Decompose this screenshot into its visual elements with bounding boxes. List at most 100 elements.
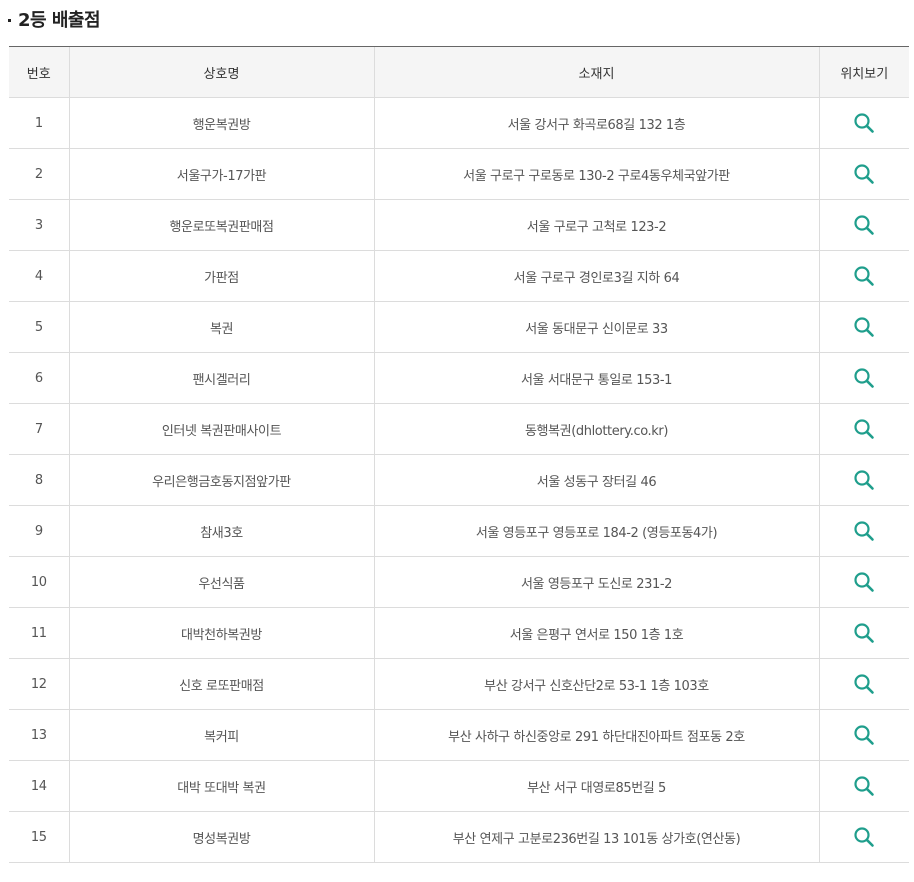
row-number: 15 [9,811,69,863]
search-icon[interactable] [853,469,875,491]
store-address: 서울 구로구 고척로 123-2 [373,199,819,251]
table-row: 3 행운로또복권판매점 서울 구로구 고척로 123-2 [9,199,909,251]
row-number: 14 [9,760,69,812]
store-address: 부산 서구 대영로85번길 5 [373,760,819,812]
search-icon[interactable] [853,775,875,797]
page-title: 2등 배출점 [18,10,101,31]
search-icon[interactable] [853,673,875,695]
map-cell [818,760,909,812]
row-number: 11 [9,607,69,659]
map-cell [818,301,909,353]
search-icon[interactable] [853,622,875,644]
column-header-no: 번호 [9,46,69,98]
row-number: 2 [9,148,69,200]
map-cell [818,199,909,251]
store-address: 서울 동대문구 신이문로 33 [373,301,819,353]
map-cell [818,607,909,659]
search-icon[interactable] [853,520,875,542]
section-header: 2등 배출점 [8,4,101,34]
table-row: 4 가판점 서울 구로구 경인로3길 지하 64 [9,250,909,302]
table-row: 12 신호 로또판매점 부산 강서구 신호산단2로 53-1 1층 103호 [9,658,909,710]
table-body: 1 행운복권방 서울 강서구 화곡로68길 132 1층 2 서울구가-17가판 서울 구… [9,97,909,863]
map-cell [818,454,909,506]
map-cell [818,250,909,302]
store-name: 대박천하복권방 [68,607,374,659]
table-row: 13 복커피 부산 사하구 하신중앙로 291 하단대진아파트 점포동 2호 [9,709,909,761]
search-icon[interactable] [853,112,875,134]
column-header-address: 소재지 [373,46,819,98]
store-name: 명성복권방 [68,811,374,863]
search-icon[interactable] [853,265,875,287]
store-name: 행운로또복권판매점 [68,199,374,251]
row-number: 4 [9,250,69,302]
map-cell [818,709,909,761]
search-icon[interactable] [853,214,875,236]
search-icon[interactable] [853,163,875,185]
row-number: 3 [9,199,69,251]
search-icon[interactable] [853,418,875,440]
row-number: 12 [9,658,69,710]
map-cell [818,97,909,149]
table-row: 11 대박천하복권방 서울 은평구 연서로 150 1층 1호 [9,607,909,659]
table-row: 7 인터넷 복권판매사이트 동행복권(dhlottery.co.kr) [9,403,909,455]
store-address: 서울 성동구 장터길 46 [373,454,819,506]
map-cell [818,352,909,404]
column-header-name: 상호명 [68,46,374,98]
map-cell [818,505,909,557]
store-name: 대박 또대박 복권 [68,760,374,812]
table-row: 10 우선식품 서울 영등포구 도신로 231-2 [9,556,909,608]
search-icon[interactable] [853,367,875,389]
store-address: 서울 영등포구 영등포로 184-2 (영등포동4가) [373,505,819,557]
store-address: 부산 사하구 하신중앙로 291 하단대진아파트 점포동 2호 [373,709,819,761]
map-cell [818,556,909,608]
store-name: 신호 로또판매점 [68,658,374,710]
store-name: 행운복권방 [68,97,374,149]
store-name: 서울구가-17가판 [68,148,374,200]
store-address: 서울 강서구 화곡로68길 132 1층 [373,97,819,149]
table-header-row: 번호 상호명 소재지 위치보기 [9,46,909,98]
table-row: 1 행운복권방 서울 강서구 화곡로68길 132 1층 [9,97,909,149]
store-address: 서울 영등포구 도신로 231-2 [373,556,819,608]
row-number: 1 [9,97,69,149]
store-address: 동행복권(dhlottery.co.kr) [373,403,819,455]
store-name: 우리은행금호동지점앞가판 [68,454,374,506]
row-number: 6 [9,352,69,404]
store-name: 팬시겔러리 [68,352,374,404]
search-icon[interactable] [853,826,875,848]
store-name: 가판점 [68,250,374,302]
map-cell [818,658,909,710]
store-name: 복커피 [68,709,374,761]
row-number: 5 [9,301,69,353]
search-icon[interactable] [853,571,875,593]
store-table: 번호 상호명 소재지 위치보기 1 행운복권방 서울 강서구 화곡로68길 132 … [9,46,909,863]
store-address: 서울 구로구 구로동로 130-2 구로4동우체국앞가판 [373,148,819,200]
store-address: 서울 서대문구 통일로 153-1 [373,352,819,404]
table-row: 6 팬시겔러리 서울 서대문구 통일로 153-1 [9,352,909,404]
table-row: 2 서울구가-17가판 서울 구로구 구로동로 130-2 구로4동우체국앞가판 [9,148,909,200]
store-name: 인터넷 복권판매사이트 [68,403,374,455]
store-address: 부산 연제구 고분로236번길 13 101동 상가호(연산동) [373,811,819,863]
store-address: 부산 강서구 신호산단2로 53-1 1층 103호 [373,658,819,710]
table-row: 8 우리은행금호동지점앞가판 서울 성동구 장터길 46 [9,454,909,506]
search-icon[interactable] [853,316,875,338]
bullet-dot [8,18,11,22]
search-icon[interactable] [853,724,875,746]
row-number: 10 [9,556,69,608]
store-name: 참새3호 [68,505,374,557]
map-cell [818,811,909,863]
row-number: 9 [9,505,69,557]
map-cell [818,148,909,200]
table-row: 9 참새3호 서울 영등포구 영등포로 184-2 (영등포동4가) [9,505,909,557]
table-row: 5 복권 서울 동대문구 신이문로 33 [9,301,909,353]
store-address: 서울 은평구 연서로 150 1층 1호 [373,607,819,659]
table-row: 14 대박 또대박 복권 부산 서구 대영로85번길 5 [9,760,909,812]
store-name: 복권 [68,301,374,353]
row-number: 7 [9,403,69,455]
store-address: 서울 구로구 경인로3길 지하 64 [373,250,819,302]
map-cell [818,403,909,455]
column-header-map: 위치보기 [818,46,909,98]
row-number: 13 [9,709,69,761]
store-name: 우선식품 [68,556,374,608]
table-row: 15 명성복권방 부산 연제구 고분로236번길 13 101동 상가호(연산동) [9,811,909,863]
row-number: 8 [9,454,69,506]
